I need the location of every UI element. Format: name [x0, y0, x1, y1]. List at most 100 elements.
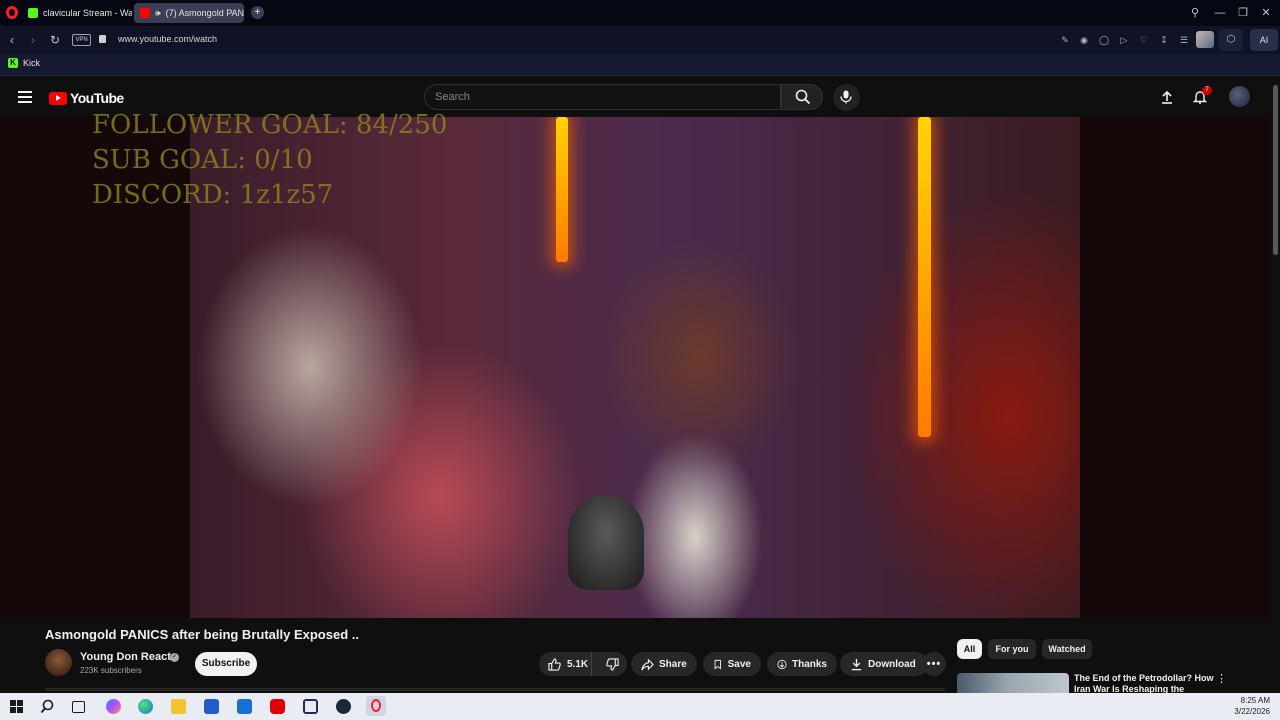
- chip-all[interactable]: All: [957, 639, 982, 659]
- tab-label: clavicular Stream - Watch: [43, 8, 132, 18]
- notification-count-badge: 7: [1202, 86, 1212, 95]
- lock-icon[interactable]: [99, 35, 106, 43]
- heart-icon[interactable]: ♡: [1138, 34, 1150, 46]
- opera-taskbar-icon[interactable]: [366, 696, 386, 716]
- kick-icon: K: [8, 58, 18, 68]
- thumbs-down-icon: [605, 657, 619, 671]
- address-bar: ‹ › ↻ VPN www.youtube.com/watch ✎ ◉ ◯ ▷ …: [0, 26, 1280, 54]
- youtube-app-icon[interactable]: [270, 699, 285, 714]
- share-label: Share: [659, 658, 687, 670]
- youtube-icon: [140, 8, 150, 18]
- ai-button[interactable]: AI: [1250, 29, 1278, 51]
- steam-icon[interactable]: [336, 699, 351, 714]
- save-button[interactable]: Save: [703, 652, 761, 676]
- page-scrollbar[interactable]: [1270, 77, 1280, 689]
- youtube-play-icon: [49, 91, 67, 105]
- bookmark-icon: [714, 659, 722, 670]
- restore-icon[interactable]: ❐: [1234, 4, 1252, 22]
- recommended-video-menu-icon[interactable]: ⋮: [1216, 674, 1227, 685]
- more-icon: •••: [926, 658, 942, 670]
- kick-icon: [28, 8, 38, 18]
- edit-icon[interactable]: ✎: [1059, 34, 1071, 46]
- vpn-badge[interactable]: VPN: [72, 34, 91, 46]
- search-button[interactable]: [781, 84, 823, 110]
- camera-icon[interactable]: ◉: [1078, 34, 1090, 46]
- task-view-icon[interactable]: [72, 701, 85, 713]
- clock-time: 8:25 AM: [1240, 696, 1270, 705]
- play-icon[interactable]: ▷: [1118, 34, 1130, 46]
- more-actions-button[interactable]: •••: [922, 652, 946, 676]
- subscribe-button[interactable]: Subscribe: [195, 652, 257, 676]
- copilot-icon[interactable]: [106, 699, 121, 714]
- chip-for-you[interactable]: For you: [988, 639, 1036, 659]
- app-icon[interactable]: [303, 699, 318, 714]
- outlook-icon[interactable]: [237, 699, 252, 714]
- hamburger-menu-icon[interactable]: [18, 91, 32, 103]
- scrollbar-thumb[interactable]: [1273, 85, 1278, 255]
- edge-icon[interactable]: [138, 699, 153, 714]
- file-explorer-icon[interactable]: [171, 699, 186, 714]
- windows-start-icon[interactable]: [9, 699, 24, 714]
- browser-tab-bar: clavicular Stream - Watch 🕪 (7) Asmongol…: [0, 0, 1280, 26]
- extension-icon[interactable]: ⬡: [1219, 29, 1243, 51]
- menu-icon[interactable]: ☰: [1178, 34, 1190, 46]
- like-button[interactable]: 5.1K: [539, 652, 593, 676]
- microphone-prop: [568, 495, 644, 590]
- search-tabs-icon[interactable]: ⚲: [1186, 4, 1204, 22]
- reload-icon[interactable]: ↻: [47, 32, 63, 48]
- dislike-button[interactable]: [597, 652, 627, 676]
- bookmark-label: Kick: [23, 58, 41, 68]
- tab-youtube-video[interactable]: 🕪 (7) Asmongold PANIC: [134, 3, 244, 23]
- super-thanks-icon: [777, 659, 787, 669]
- upload-icon[interactable]: [1160, 90, 1174, 104]
- bookmark-kick[interactable]: K Kick: [8, 58, 40, 68]
- share-icon: [641, 658, 654, 670]
- system-clock[interactable]: 8:25 AM 3/22/2026: [1234, 695, 1270, 717]
- search-icon: [795, 89, 811, 105]
- stream-goal-overlay: FOLLOWER GOAL: 84/250 SUB GOAL: 0/10 DIS…: [92, 108, 447, 213]
- video-title: Asmongold PANICS after being Brutally Ex…: [45, 627, 359, 642]
- verified-icon: ✓: [170, 653, 179, 662]
- forward-icon[interactable]: ›: [25, 32, 41, 48]
- channel-avatar[interactable]: [45, 649, 72, 676]
- shield-icon[interactable]: ◯: [1098, 34, 1110, 46]
- windows-taskbar: 8:25 AM 3/22/2026: [0, 693, 1280, 720]
- voice-search-button[interactable]: [833, 84, 860, 111]
- speaker-icon[interactable]: 🕪: [155, 8, 161, 19]
- minimize-icon[interactable]: —: [1211, 4, 1229, 22]
- save-label: Save: [727, 658, 751, 670]
- tab-label: (7) Asmongold PANIC: [165, 8, 244, 18]
- ai-label: AI: [1259, 35, 1269, 45]
- share-button[interactable]: Share: [631, 652, 697, 676]
- profile-icon[interactable]: [1196, 31, 1214, 48]
- follower-goal-text: FOLLOWER GOAL: 84/250: [92, 110, 448, 140]
- store-icon[interactable]: [204, 699, 219, 714]
- tab-clavicular-stream[interactable]: clavicular Stream - Watch: [22, 3, 132, 23]
- close-icon[interactable]: ✕: [1257, 4, 1275, 22]
- chip-watched[interactable]: Watched: [1042, 639, 1092, 659]
- channel-name[interactable]: Young Don Reacts: [80, 651, 177, 663]
- account-avatar[interactable]: [1229, 86, 1250, 107]
- recommended-video-title[interactable]: The End of the Petrodollar? How Iran War…: [1074, 673, 1214, 693]
- youtube-logo[interactable]: YouTube: [49, 90, 124, 106]
- microphone-icon: [840, 90, 852, 104]
- thumbs-up-icon: [548, 657, 561, 671]
- download-label: Download: [868, 658, 916, 670]
- bookmarks-bar: K Kick: [0, 54, 1280, 76]
- like-dislike-group: 5.1K: [539, 652, 627, 676]
- recommended-video-thumbnail[interactable]: [957, 673, 1069, 693]
- search-input[interactable]: Search: [424, 84, 781, 110]
- sub-goal-text: SUB GOAL: 0/10: [92, 145, 313, 175]
- url-field[interactable]: www.youtube.com/watch: [118, 34, 217, 44]
- download-button[interactable]: Download: [840, 652, 928, 676]
- back-icon[interactable]: ‹: [4, 32, 20, 48]
- opera-logo-icon[interactable]: [6, 6, 18, 19]
- description-box[interactable]: [45, 688, 945, 691]
- youtube-logo-text: YouTube: [70, 90, 124, 106]
- like-count: 5.1K: [567, 658, 589, 670]
- download-icon[interactable]: ↧: [1158, 34, 1170, 46]
- thanks-button[interactable]: Thanks: [767, 652, 837, 676]
- search-icon[interactable]: [40, 699, 55, 714]
- new-tab-button[interactable]: +: [251, 6, 264, 19]
- neon-light-right: [918, 117, 931, 437]
